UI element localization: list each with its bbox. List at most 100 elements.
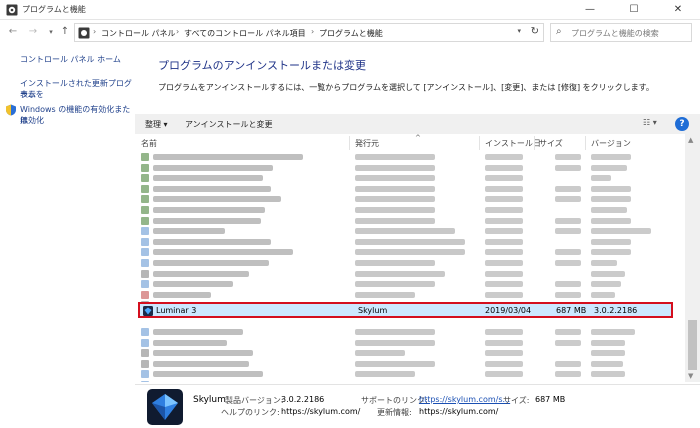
breadcrumb-control-panel[interactable]: コントロール パネル — [101, 28, 176, 39]
address-bar[interactable]: › コントロール パネル › すべてのコントロール パネル項目 › プログラムと… — [74, 23, 544, 42]
blurred-cell — [485, 328, 523, 335]
blurred-cell — [555, 360, 581, 367]
list-item[interactable] — [135, 327, 685, 337]
blurred-cell — [141, 370, 149, 379]
blurred-cell — [485, 291, 523, 298]
uninstall-change-button[interactable]: アンインストールと変更 — [185, 119, 273, 130]
column-publisher[interactable]: 発行元 — [355, 138, 379, 149]
blurred-cell — [355, 228, 455, 235]
list-item[interactable] — [135, 216, 685, 226]
blurred-cell — [153, 154, 303, 160]
blurred-cell — [141, 290, 149, 299]
blurred-cell — [555, 281, 581, 288]
scroll-down-icon[interactable]: ▼ — [688, 372, 693, 380]
list-item[interactable] — [135, 380, 685, 382]
list-scrollbar[interactable]: ▲ ▼ — [685, 134, 700, 382]
details-update-link[interactable]: https://skylum.com/ — [419, 407, 498, 416]
sidebar-link-windows-features-cont[interactable]: 無効化 — [20, 115, 44, 126]
recent-locations-chevron-icon[interactable]: ▾ — [44, 25, 58, 39]
blurred-cell — [141, 163, 149, 172]
view-options-icon[interactable]: ☷ ▾ — [643, 118, 657, 127]
list-item[interactable] — [135, 269, 685, 279]
list-item[interactable] — [135, 338, 685, 348]
blurred-cell — [355, 291, 415, 298]
list-item[interactable] — [135, 163, 685, 173]
blurred-cell — [153, 328, 243, 335]
list-item[interactable] — [135, 279, 685, 289]
column-name[interactable]: 名前 — [141, 138, 157, 149]
column-install-date[interactable]: インストール日 — [485, 138, 541, 149]
column-divider[interactable] — [349, 136, 350, 150]
search-box[interactable]: ⌕ プログラムと機能の検索 — [550, 23, 692, 42]
minimize-button[interactable]: — — [568, 0, 612, 20]
blurred-cell — [141, 174, 149, 183]
details-support-link[interactable]: https://skylum.com/s... — [419, 395, 510, 404]
list-item[interactable] — [135, 173, 685, 183]
scroll-up-icon[interactable]: ▲ — [688, 136, 693, 144]
selected-program-row[interactable]: Luminar 3 Skylum 2019/03/04 687 MB 3.0.2… — [138, 302, 673, 318]
programs-icon — [6, 4, 18, 16]
blurred-cell — [555, 196, 581, 203]
list-item[interactable] — [135, 152, 685, 162]
list-item[interactable] — [135, 369, 685, 379]
refresh-icon[interactable]: ↻ — [531, 26, 539, 37]
list-item[interactable] — [135, 258, 685, 268]
breadcrumb-separator-icon: › — [93, 27, 97, 36]
list-item[interactable] — [135, 247, 685, 257]
sidebar-link-home[interactable]: コントロール パネル ホーム — [20, 54, 121, 65]
selected-program-name: Luminar 3 — [156, 306, 197, 315]
details-update-label: 更新情報: — [377, 408, 412, 417]
list-item[interactable] — [135, 237, 685, 247]
column-version[interactable]: バージョン — [591, 138, 631, 149]
blurred-cell — [485, 281, 523, 288]
column-size[interactable]: サイズ — [539, 138, 563, 149]
list-item[interactable] — [135, 359, 685, 369]
back-arrow-icon[interactable]: ← — [6, 25, 20, 39]
list-item[interactable] — [135, 348, 685, 358]
blurred-cell — [555, 260, 581, 266]
list-item[interactable] — [135, 290, 685, 300]
scroll-thumb[interactable] — [688, 320, 697, 370]
details-help-link[interactable]: https://skylum.com/ — [281, 407, 360, 416]
column-divider[interactable] — [585, 136, 586, 150]
up-arrow-icon[interactable]: ↑ — [58, 25, 72, 39]
forward-arrow-icon[interactable]: → — [26, 25, 40, 39]
column-divider[interactable] — [479, 136, 480, 150]
breadcrumb-programs[interactable]: プログラムと機能 — [319, 28, 383, 39]
address-dropdown-icon[interactable]: ▾ — [517, 27, 521, 35]
blurred-cell — [485, 249, 523, 256]
window-title: プログラムと機能 — [22, 5, 86, 14]
blurred-cell — [555, 228, 581, 235]
blurred-cell — [141, 349, 149, 358]
blurred-cell — [141, 280, 149, 289]
blurred-cell — [141, 237, 149, 246]
blurred-cell — [591, 328, 635, 335]
close-button[interactable]: ✕ — [656, 0, 700, 20]
column-divider[interactable] — [534, 136, 535, 150]
sidebar-link-updates-cont[interactable]: 表示 — [20, 89, 36, 100]
blurred-cell — [591, 260, 617, 266]
breadcrumb-all-items[interactable]: すべてのコントロール パネル項目 — [184, 28, 306, 39]
list-item[interactable] — [135, 194, 685, 204]
blurred-cell — [485, 238, 523, 245]
sort-indicator-icon: ^ — [415, 134, 421, 142]
blurred-cell — [355, 207, 435, 213]
blurred-cell — [591, 164, 627, 171]
blurred-cell — [555, 249, 581, 256]
blurred-cell — [153, 281, 233, 288]
blurred-cell — [355, 281, 435, 288]
list-item[interactable] — [135, 184, 685, 194]
organize-button[interactable]: 整理 ▾ — [145, 119, 168, 130]
blurred-cell — [141, 269, 149, 278]
list-item[interactable] — [135, 205, 685, 215]
help-icon[interactable]: ? — [675, 117, 689, 131]
blurred-cell — [141, 380, 149, 382]
blurred-cell — [355, 270, 445, 277]
blurred-cell — [153, 238, 271, 245]
list-item[interactable] — [135, 226, 685, 236]
blurred-cell — [555, 164, 581, 171]
blurred-cell — [141, 227, 149, 236]
sidebar-link-updates[interactable]: インストールされた更新プログラムを — [20, 78, 135, 100]
maximize-button[interactable]: ☐ — [612, 0, 656, 20]
shield-icon — [6, 104, 16, 116]
